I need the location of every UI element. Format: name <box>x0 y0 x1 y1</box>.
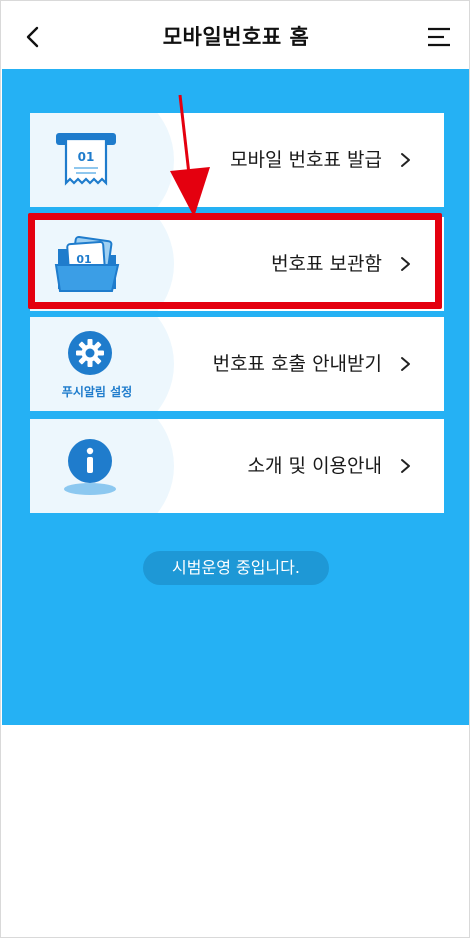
main-panel: 01 모바일 번호표 발급 01 번호표 보관함 푸시알림 설정 번호표 호출 … <box>2 69 469 725</box>
ticket-issue-icon: 01 <box>56 133 116 186</box>
ticket-call-notification-menu-item[interactable]: 푸시알림 설정 번호표 호출 안내받기 <box>30 317 444 411</box>
chevron-right-icon <box>401 153 410 167</box>
app-header: 모바일번호표 홈 <box>1 1 469 69</box>
push-notification-settings-label: 푸시알림 설정 <box>61 385 133 399</box>
chevron-right-icon <box>401 459 410 473</box>
hamburger-menu-icon <box>428 27 450 47</box>
info-icon <box>64 439 116 495</box>
intro-guide-menu-item[interactable]: 소개 및 이용안내 <box>30 419 444 513</box>
issue-ticket-menu-item[interactable]: 01 모바일 번호표 발급 <box>30 113 444 207</box>
highlight-box <box>28 213 442 309</box>
pointer-arrow-icon <box>170 94 210 217</box>
app-frame: 모바일번호표 홈 01 모바일 번호표 발급 01 번호표 보관함 푸시알림 설… <box>0 0 470 938</box>
status-badge: 시범운영 중입니다. <box>143 551 329 585</box>
page-title: 모바일번호표 홈 <box>162 25 310 49</box>
menu-item-label: 모바일 번호표 발급 <box>230 149 382 171</box>
menu-button[interactable] <box>421 19 457 55</box>
menu-item-label: 번호표 호출 안내받기 <box>212 353 382 375</box>
ticket-number: 01 <box>78 150 95 164</box>
chevron-right-icon <box>401 357 410 371</box>
menu-item-label: 소개 및 이용안내 <box>247 455 382 477</box>
